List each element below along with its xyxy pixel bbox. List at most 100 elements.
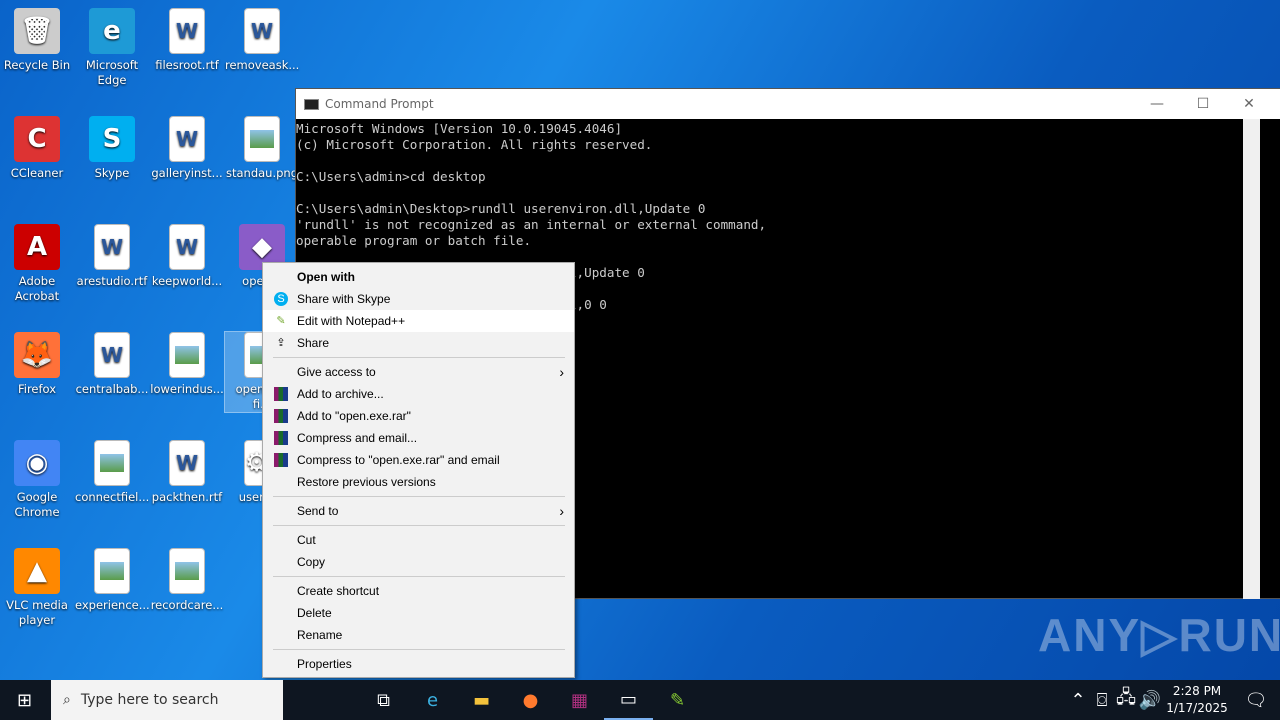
network-icon[interactable]: 🖧 <box>1114 680 1138 720</box>
menu-item[interactable]: Properties <box>263 653 574 675</box>
menu-item[interactable]: Rename <box>263 624 574 646</box>
search-placeholder: Type here to search <box>80 692 219 708</box>
desktop-icon[interactable]: A Adobe Acrobat <box>0 224 74 304</box>
desktop-icon[interactable]: S Skype <box>75 116 149 181</box>
close-button[interactable]: ✕ <box>1226 89 1272 119</box>
menu-item[interactable]: ✎ Edit with Notepad++ <box>263 310 574 332</box>
scrollbar[interactable] <box>1243 119 1260 599</box>
volume-icon[interactable]: 🔊 <box>1138 680 1162 720</box>
desktop-icon[interactable]: C CCleaner <box>0 116 74 181</box>
file-icon <box>169 332 205 378</box>
menu-item-label: Edit with Notepad++ <box>297 314 406 328</box>
chevron-up-icon[interactable]: ⌃ <box>1066 680 1090 720</box>
menu-item[interactable]: Give access to › <box>263 361 574 383</box>
file-icon <box>94 548 130 594</box>
menu-item[interactable]: Copy <box>263 551 574 573</box>
file-icon: W <box>169 8 205 54</box>
cmd-taskbar-icon[interactable]: ▭ <box>604 680 653 720</box>
menu-item-label: Copy <box>297 555 326 569</box>
menu-item-label: Share with Skype <box>297 292 391 306</box>
notepadpp-taskbar-icon[interactable]: ✎ <box>653 680 702 720</box>
desktop-icon[interactable]: Warestudio.rtf <box>75 224 149 289</box>
firefox-taskbar-icon[interactable]: ● <box>506 680 555 720</box>
clock[interactable]: 2:28 PM 1/17/2025 <box>1162 683 1232 717</box>
desktop-icon[interactable]: connectfiel... <box>75 440 149 505</box>
anyrun-watermark: ANY▷RUN <box>1038 609 1280 661</box>
task-view-icon[interactable]: ⧉ <box>359 680 408 720</box>
file-icon: 🦊 <box>14 332 60 378</box>
desktop-icon[interactable]: 🦊 Firefox <box>0 332 74 397</box>
menu-item[interactable]: Cut <box>263 529 574 551</box>
menu-item[interactable]: S Share with Skype <box>263 288 574 310</box>
title-bar[interactable]: Command Prompt <box>296 89 1280 119</box>
menu-item[interactable]: ⇪ Share <box>263 332 574 354</box>
file-icon: W <box>169 116 205 162</box>
desktop-icon[interactable]: 🗑 Recycle Bin <box>0 8 74 73</box>
console-line: (c) Microsoft Corporation. All rights re… <box>296 137 653 152</box>
menu-item-label: Cut <box>297 533 316 547</box>
file-icon: C <box>14 116 60 162</box>
icon-label: removeask... <box>225 58 300 72</box>
desktop-icon[interactable]: Wkeepworld... <box>150 224 224 289</box>
menu-item-label: Share <box>297 336 330 350</box>
desktop-icon[interactable]: Wpackthen.rtf <box>150 440 224 505</box>
desktop-icon[interactable]: ◉ Google Chrome <box>0 440 74 520</box>
skype-icon: S <box>274 292 288 306</box>
notification-icon[interactable]: 🗨 <box>1232 680 1280 720</box>
winrar-taskbar-icon[interactable]: ▦ <box>555 680 604 720</box>
file-explorer-icon[interactable]: ▬ <box>457 680 506 720</box>
menu-item-label: Compress and email... <box>297 431 418 445</box>
icon-label: galleryinst... <box>151 166 223 180</box>
maximize-button[interactable]: ☐ <box>1180 89 1226 119</box>
winrar-icon <box>274 431 288 445</box>
desktop-icon[interactable]: Wremoveask... <box>225 8 299 73</box>
menu-separator <box>273 525 565 526</box>
desktop-icon[interactable]: Wfilesroot.rtf <box>150 8 224 73</box>
menu-item[interactable]: Compress to "open.exe.rar" and email <box>263 449 574 471</box>
icon-label: Microsoft Edge <box>85 58 139 87</box>
desktop-icon[interactable]: e Microsoft Edge <box>75 8 149 88</box>
menu-item-label: Add to archive... <box>297 387 384 401</box>
icon-label: packthen.rtf <box>151 490 223 504</box>
icon-label: Google Chrome <box>14 490 60 519</box>
menu-item[interactable]: Create shortcut <box>263 580 574 602</box>
file-icon <box>169 548 205 594</box>
camera-icon[interactable]: ⌼ <box>1090 680 1114 720</box>
desktop-icon[interactable]: Wcentralbab... <box>75 332 149 397</box>
file-icon: e <box>89 8 135 54</box>
minimize-button[interactable]: — <box>1134 89 1180 119</box>
search-box[interactable]: ⌕ Type here to search <box>51 680 283 720</box>
desktop-icon[interactable]: recordcare... <box>150 548 224 613</box>
menu-separator <box>273 496 565 497</box>
start-button[interactable]: ⊞ <box>0 680 49 720</box>
icon-label: Recycle Bin <box>3 58 71 72</box>
icon-label: standau.png <box>225 166 298 180</box>
icon-label: lowerindus... <box>150 382 224 396</box>
menu-separator <box>273 649 565 650</box>
menu-item[interactable]: Delete <box>263 602 574 624</box>
menu-item[interactable]: Add to "open.exe.rar" <box>263 405 574 427</box>
desktop-icon[interactable]: experience... <box>75 548 150 613</box>
icon-label: keepworld... <box>151 274 223 288</box>
console-line: operable program or batch file. <box>296 233 532 248</box>
menu-item[interactable]: Open with <box>263 266 574 288</box>
menu-item[interactable]: Restore previous versions <box>263 471 574 493</box>
desktop-icon[interactable]: ▲ VLC media player <box>0 548 74 628</box>
file-icon <box>244 116 280 162</box>
icon-label: recordcare... <box>150 598 224 612</box>
share-icon: ⇪ <box>276 337 286 349</box>
desktop-icon[interactable]: lowerindus... <box>150 332 224 397</box>
search-icon: ⌕ <box>63 692 71 708</box>
desktop-icon[interactable]: standau.png <box>225 116 299 181</box>
winrar-icon <box>274 387 288 401</box>
menu-item[interactable]: Compress and email... <box>263 427 574 449</box>
icon-label: experience... <box>75 598 150 612</box>
file-icon: ◉ <box>14 440 60 486</box>
desktop-icon[interactable]: Wgalleryinst... <box>150 116 224 181</box>
file-icon: W <box>94 332 130 378</box>
icon-label: Firefox <box>17 382 57 396</box>
edge-taskbar-icon[interactable]: e <box>408 680 457 720</box>
menu-item[interactable]: Send to › <box>263 500 574 522</box>
menu-item[interactable]: Add to archive... <box>263 383 574 405</box>
